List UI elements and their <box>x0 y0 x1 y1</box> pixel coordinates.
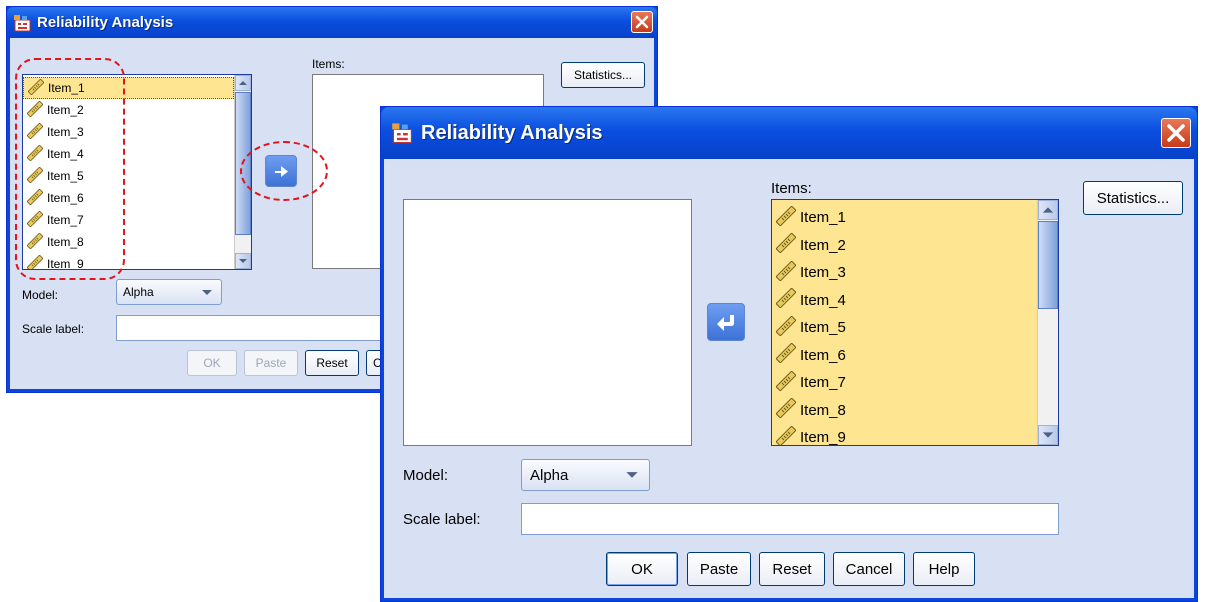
list-item-label: Item_5 <box>800 319 846 337</box>
back-items-label: Items: <box>312 57 345 71</box>
front-titlebar[interactable]: Reliability Analysis <box>381 107 1197 159</box>
front-items-scrollbar[interactable] <box>1037 200 1058 445</box>
back-ok-label: OK <box>203 356 221 370</box>
back-statistics-button[interactable]: Statistics... <box>561 62 645 88</box>
chevron-down-icon <box>202 290 212 295</box>
list-item[interactable]: Item_1 <box>772 204 1038 232</box>
ruler-icon <box>776 288 796 312</box>
move-left-button[interactable] <box>707 303 745 341</box>
back-close-button[interactable] <box>631 11 653 33</box>
front-scale-label: Scale label: <box>403 511 481 528</box>
back-reset-label: Reset <box>316 356 348 370</box>
front-client: Items: Item_1 Item_2 Item_3 Item_4 Item_5 Ite… <box>384 159 1194 598</box>
front-items-list[interactable]: Item_1 Item_2 Item_3 Item_4 Item_5 Item_6 Item… <box>771 199 1059 446</box>
front-ok-label: OK <box>631 560 653 578</box>
list-item[interactable]: Item_7 <box>772 369 1038 397</box>
ruler-icon <box>776 343 796 367</box>
front-help-button[interactable]: Help <box>913 552 975 586</box>
ruler-icon <box>776 233 796 257</box>
front-ok-button[interactable]: OK <box>606 552 678 586</box>
back-ok-button[interactable]: OK <box>187 350 237 376</box>
scroll-down-button[interactable] <box>1038 425 1058 445</box>
back-model-value: Alpha <box>123 285 154 299</box>
front-close-button[interactable] <box>1161 118 1191 148</box>
front-cancel-button[interactable]: Cancel <box>833 552 905 586</box>
front-model-label: Model: <box>403 467 449 484</box>
scroll-up-button[interactable] <box>1038 200 1058 220</box>
app-icon <box>391 122 415 144</box>
front-scale-input[interactable] <box>521 503 1059 535</box>
front-statistics-button[interactable]: Statistics... <box>1083 181 1183 215</box>
arrow-left-icon <box>717 315 734 331</box>
list-item-label: Item_3 <box>800 264 846 282</box>
back-titlebar[interactable]: Reliability Analysis <box>7 7 657 38</box>
ruler-icon <box>776 260 796 285</box>
chevron-down-icon <box>239 259 247 263</box>
ruler-icon <box>776 315 796 340</box>
close-icon <box>1167 124 1185 142</box>
list-item[interactable]: Item_4 <box>772 287 1038 315</box>
back-model-select[interactable]: Alpha <box>116 279 222 305</box>
chevron-down-icon <box>1042 432 1054 438</box>
list-item-label: Item_8 <box>800 401 846 419</box>
back-scale-label: Scale label: <box>22 322 85 336</box>
annotation-source-highlight <box>15 58 125 280</box>
list-item[interactable]: Item_6 <box>772 342 1038 370</box>
front-help-label: Help <box>928 560 960 578</box>
front-cancel-label: Cancel <box>845 560 893 578</box>
ruler-icon <box>776 370 796 395</box>
back-reset-button[interactable]: Reset <box>305 350 359 376</box>
back-model-label: Model: <box>22 288 59 302</box>
front-model-value: Alpha <box>530 466 569 484</box>
front-paste-label: Paste <box>699 560 739 578</box>
ruler-icon <box>776 205 796 230</box>
chevron-down-icon <box>626 472 638 478</box>
front-source-list[interactable] <box>403 199 692 446</box>
list-item[interactable]: Item_3 <box>772 259 1038 287</box>
chevron-up-icon <box>1042 207 1054 213</box>
list-item[interactable]: Item_8 <box>772 397 1038 425</box>
ruler-icon <box>776 425 796 445</box>
back-dialog-title: Reliability Analysis <box>37 14 174 31</box>
list-item-label: Item_7 <box>800 374 846 392</box>
front-reset-button[interactable]: Reset <box>759 552 825 586</box>
front-model-select[interactable]: Alpha <box>521 459 650 491</box>
annotation-arrow-highlight <box>240 141 328 201</box>
app-icon <box>13 14 33 32</box>
front-items-label: Items: <box>771 180 812 197</box>
front-dialog: Reliability Analysis Items: Item_1 Item_2… <box>380 106 1198 602</box>
list-item-label: Item_4 <box>800 291 846 309</box>
close-icon <box>635 15 649 29</box>
list-item-label: Item_6 <box>800 346 846 364</box>
ruler-icon <box>776 398 796 422</box>
front-dialog-title: Reliability Analysis <box>421 121 603 144</box>
scroll-thumb[interactable] <box>1038 221 1058 309</box>
list-item-label: Item_9 <box>800 429 846 446</box>
list-item[interactable]: Item_5 <box>772 314 1038 342</box>
list-item-label: Item_2 <box>800 236 846 254</box>
back-paste-label: Paste <box>255 356 287 370</box>
list-item[interactable]: Item_9 <box>772 424 1038 446</box>
back-statistics-label: Statistics... <box>573 68 632 82</box>
scroll-up-button[interactable] <box>235 75 251 91</box>
front-reset-label: Reset <box>772 560 812 578</box>
front-paste-button[interactable]: Paste <box>687 552 751 586</box>
list-item-label: Item_1 <box>800 209 846 227</box>
back-paste-button[interactable]: Paste <box>244 350 298 376</box>
list-item[interactable]: Item_2 <box>772 232 1038 260</box>
scroll-down-button[interactable] <box>235 253 251 269</box>
chevron-up-icon <box>239 81 247 85</box>
front-statistics-label: Statistics... <box>1096 189 1170 207</box>
